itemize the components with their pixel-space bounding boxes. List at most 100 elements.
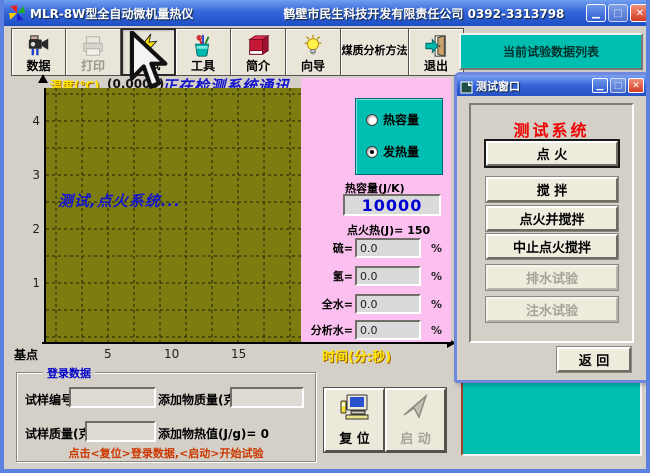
tools-cup-icon xyxy=(190,33,216,59)
ignite-button[interactable]: 点 火 xyxy=(486,141,618,166)
lightning-icon xyxy=(136,32,162,58)
reset-button[interactable]: 复 位 xyxy=(324,388,385,452)
parameters-panel: 热容量 发热量 热容量(J/K) 10000 点火热(J)= 150 硫= 0.… xyxy=(301,78,451,342)
x-axis-title: 时间(分:秒) xyxy=(322,346,391,365)
y-tick: 1 xyxy=(20,276,40,290)
ignition-heat-label: 点火热(J)= 150 xyxy=(347,222,430,238)
x-origin-label: 基点 xyxy=(14,346,38,363)
toolbar-button-coal-method[interactable]: 煤质分析方法 xyxy=(341,28,409,76)
start-button[interactable]: 启 动 xyxy=(385,388,446,452)
toolbar-button-exit[interactable]: 退出 xyxy=(409,28,464,76)
correction-label: 氢= xyxy=(301,268,355,284)
correction-row-analysis-water: 分析水= 0.0 % xyxy=(301,320,451,340)
radio-calorific-value[interactable]: 发热量 xyxy=(366,143,419,160)
window-title: MLR-8W型全自动微机量热仪 xyxy=(30,5,193,22)
test-window-controls xyxy=(592,78,644,93)
correction-unit: % xyxy=(431,270,442,283)
exit-door-icon xyxy=(423,33,449,59)
minimize-button[interactable] xyxy=(592,78,608,93)
correction-input[interactable]: 0.0 xyxy=(355,238,421,258)
correction-row-sulfur: 硫= 0.0 % xyxy=(301,238,451,258)
note-icon xyxy=(460,79,473,92)
stir-button[interactable]: 搅 拌 xyxy=(486,177,618,202)
sample-mass-input[interactable] xyxy=(85,421,156,442)
correction-row-total-water: 全水= 0.0 % xyxy=(301,294,451,314)
test-window-body: 测试系统 点 火 搅 拌 点火并搅拌 中止点火搅拌 排水试验 注水试验 返 回 xyxy=(457,96,647,380)
correction-label: 硫= xyxy=(301,240,355,256)
titlebar: MLR-8W型全自动微机量热仪 鹤壁市民生科技开发有限责任公司 0392-331… xyxy=(4,0,650,26)
toolbar-button-test[interactable]: 测试 xyxy=(121,28,176,76)
maximize-button[interactable] xyxy=(610,78,626,93)
additive-heat-label: 添加物热值(J/g)= 0 xyxy=(158,425,269,442)
radio-circle-icon[interactable] xyxy=(366,146,378,158)
x-axis-line xyxy=(42,342,448,344)
close-icon[interactable] xyxy=(628,78,644,93)
login-data-group: 登录数据 试样编号 添加物质量(克) 试样质量(克) 添加物热值(J/g)= 0… xyxy=(16,372,316,462)
stop-ignite-stir-button[interactable]: 中止点火搅拌 xyxy=(486,234,618,259)
group-title: 登录数据 xyxy=(43,365,95,381)
x-tick: 5 xyxy=(104,347,112,361)
titlebar-company-text: 鹤壁市民生科技开发有限责任公司 0392-3313798 xyxy=(283,5,564,22)
toolbar-button-label: 向导 xyxy=(301,60,325,73)
toolbar-button-tools[interactable]: 工具 xyxy=(176,28,231,76)
computer-icon xyxy=(339,393,371,425)
toolbar-button-wizard[interactable]: 向导 xyxy=(286,28,341,76)
additive-mass-input[interactable] xyxy=(230,387,304,408)
start-button-label: 启 动 xyxy=(400,428,431,447)
app-logo-icon xyxy=(8,4,26,22)
correction-unit: % xyxy=(431,298,442,311)
y-tick: 2 xyxy=(20,222,40,236)
y-tick: 4 xyxy=(20,114,40,128)
reset-button-label: 复 位 xyxy=(339,428,370,447)
window-controls xyxy=(586,4,650,22)
radio-label: 热容量 xyxy=(383,111,419,128)
toolbar-button-label: 简介 xyxy=(246,60,270,73)
y-axis-arrow xyxy=(38,74,48,83)
plot-grid xyxy=(46,88,303,342)
toolbar-button-label: 退出 xyxy=(424,60,448,73)
toolbar-button-label: 打印 xyxy=(81,60,105,73)
close-button[interactable] xyxy=(630,4,650,22)
test-window: 测试窗口 测试系统 点 火 搅 拌 点火并搅拌 中止点火搅拌 排水试验 注水试验… xyxy=(454,72,650,383)
camera-icon xyxy=(26,33,52,59)
toolbar-button-label: 测试 xyxy=(136,59,160,72)
temperature-plot: 测试,点火系统... xyxy=(44,88,301,342)
y-tick: 3 xyxy=(20,168,40,182)
toolbar-button-label: 工具 xyxy=(191,60,215,73)
correction-unit: % xyxy=(431,242,442,255)
plot-message: 测试,点火系统... xyxy=(58,190,181,211)
bulb-icon xyxy=(300,33,326,59)
heat-capacity-value[interactable]: 10000 xyxy=(343,194,441,216)
correction-label: 分析水= xyxy=(301,322,355,338)
hint-text: 点击<复位>登录数据,<启动>开始试验 xyxy=(17,445,315,461)
x-tick: 15 xyxy=(231,347,246,361)
test-system-panel: 测试系统 点 火 搅 拌 点火并搅拌 中止点火搅拌 排水试验 注水试验 xyxy=(469,103,634,343)
minimize-button[interactable] xyxy=(586,4,606,22)
toolbar-button-intro[interactable]: 简介 xyxy=(231,28,286,76)
return-button[interactable]: 返 回 xyxy=(557,347,631,372)
toolbar-button-print[interactable]: 打印 xyxy=(66,28,121,76)
radio-circle-icon[interactable] xyxy=(366,114,378,126)
toolbar-button-data[interactable]: 数据 xyxy=(11,28,66,76)
correction-input[interactable]: 0.0 xyxy=(355,320,421,340)
correction-input[interactable]: 0.0 xyxy=(355,266,421,286)
book-icon xyxy=(245,33,271,59)
radio-heat-capacity[interactable]: 热容量 xyxy=(366,111,419,128)
main-window: MLR-8W型全自动微机量热仪 鹤壁市民生科技开发有限责任公司 0392-331… xyxy=(0,0,650,473)
sample-no-label: 试样编号 xyxy=(25,391,73,408)
toolbar-button-label: 煤质分析方法 xyxy=(342,45,408,57)
maximize-button[interactable] xyxy=(608,4,628,22)
radio-label: 发热量 xyxy=(383,143,419,160)
toolbar-button-label: 数据 xyxy=(26,60,50,73)
test-window-titlebar[interactable]: 测试窗口 xyxy=(457,75,647,96)
additive-mass-label: 添加物质量(克) xyxy=(158,391,241,408)
correction-label: 全水= xyxy=(301,296,355,312)
sample-no-input[interactable] xyxy=(69,387,156,408)
correction-row-hydrogen: 氢= 0.0 % xyxy=(301,266,451,286)
drain-test-button[interactable]: 排水试验 xyxy=(486,265,618,290)
ignite-and-stir-button[interactable]: 点火并搅拌 xyxy=(486,206,618,231)
fill-water-test-button[interactable]: 注水试验 xyxy=(486,297,618,322)
current-data-list-header: 当前试验数据列表 xyxy=(459,33,643,70)
correction-input[interactable]: 0.0 xyxy=(355,294,421,314)
mode-radio-group: 热容量 发热量 xyxy=(355,98,443,175)
